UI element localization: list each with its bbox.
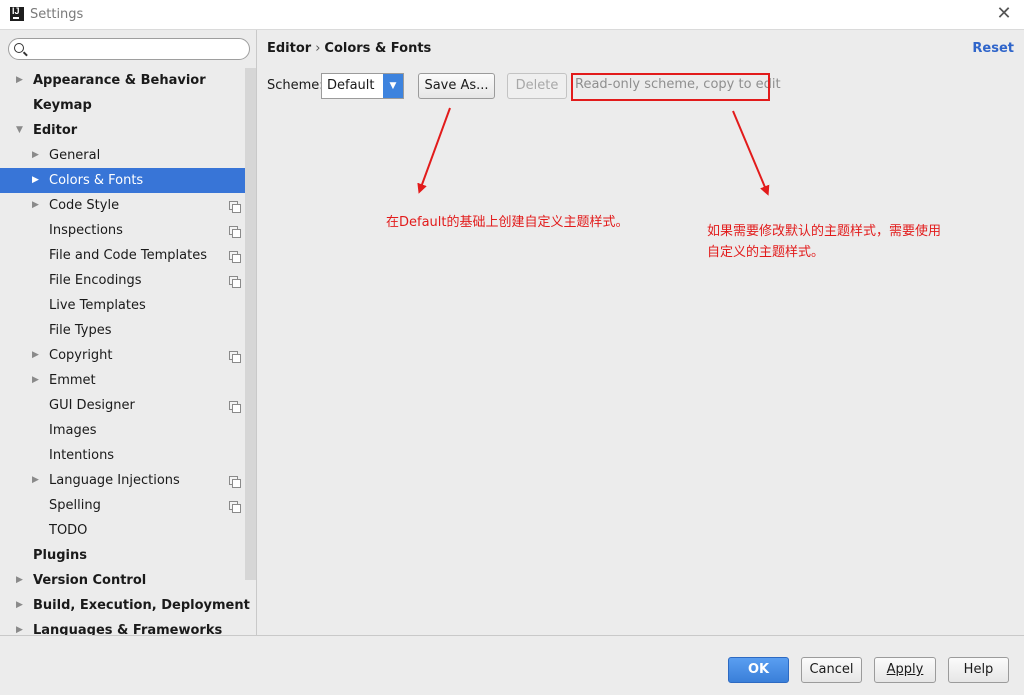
delete-button[interactable]: Delete [507,73,567,99]
apply-button[interactable]: Apply [874,657,936,683]
sidebar-item-images[interactable]: Images [0,418,245,443]
annotation-right-note-line2: 自定义的主题样式。 [707,245,825,260]
expand-right-icon[interactable]: ▶ [16,593,26,618]
project-scope-icon [229,501,241,513]
sidebar-item-intentions[interactable]: Intentions [0,443,245,468]
save-as-button[interactable]: Save As... [418,73,495,99]
sidebar-item-file-types[interactable]: File Types [0,318,245,343]
sidebar-item-label: Copyright [49,348,113,363]
sidebar-item-label: Plugins [33,548,87,563]
window-title: Settings [30,7,84,22]
sidebar-item-colors-fonts[interactable]: ▶ Colors & Fonts [0,168,245,193]
annotation-highlight-box [571,73,770,101]
title-bar: IJ Settings ✕ [0,0,1024,30]
sidebar-item-label: Live Templates [49,298,146,313]
expand-right-icon[interactable]: ▶ [32,468,42,493]
sidebar-item-version-control[interactable]: ▶ Version Control [0,568,245,593]
expand-right-icon[interactable]: ▶ [32,168,42,193]
project-scope-icon [229,276,241,288]
expand-right-icon[interactable]: ▶ [16,568,26,593]
annotation-right-note: 如果需要修改默认的主题样式，需要使用 自定义的主题样式。 [707,221,941,263]
sidebar-item-label: Appearance & Behavior [33,73,206,88]
close-icon[interactable]: ✕ [994,4,1014,24]
sidebar-item-label: Build, Execution, Deployment [33,598,250,613]
settings-tree: ▶ Appearance & Behavior Keymap ▼ Editor ▶ Gene… [0,68,250,635]
expand-right-icon[interactable]: ▶ [32,343,42,368]
project-scope-icon [229,351,241,363]
settings-sidebar: ▶ Appearance & Behavior Keymap ▼ Editor ▶ Gene… [0,30,257,635]
annotation-left-note: 在Default的基础上创建自定义主题样式。 [386,215,629,230]
sidebar-item-file-encodings[interactable]: File Encodings [0,268,245,293]
intellij-app-icon: IJ [10,6,24,21]
sidebar-item-label: File and Code Templates [49,248,207,263]
sidebar-item-label: TODO [49,523,88,538]
sidebar-item-label: Colors & Fonts [49,173,144,188]
sidebar-item-label: General [49,148,101,163]
breadcrumb-parent: Editor [267,41,312,56]
sidebar-item-keymap[interactable]: Keymap [0,93,245,118]
sidebar-item-label: Language Injections [49,473,180,488]
sidebar-item-build-execution-deployment[interactable]: ▶ Build, Execution, Deployment [0,593,250,618]
scheme-dropdown[interactable]: Default ▼ [321,73,404,99]
sidebar-item-label: Code Style [49,198,120,213]
sidebar-item-label: Spelling [49,498,101,513]
chevron-down-icon: ▼ [383,74,403,98]
expand-right-icon[interactable]: ▶ [32,193,42,218]
search-field[interactable] [8,38,250,60]
main-panel: Editor › Colors & Fonts Reset Scheme: Defa… [258,30,1024,635]
sidebar-item-languages-frameworks[interactable]: ▶ Languages & Frameworks [0,618,245,635]
sidebar-item-file-and-code-templates[interactable]: File and Code Templates [0,243,245,268]
sidebar-scrollbar[interactable] [245,68,256,580]
dialog-footer: OK Cancel Apply Help [0,635,1024,695]
scheme-selected-value: Default [327,78,375,93]
sidebar-item-label: Inspections [49,223,123,238]
expand-down-icon[interactable]: ▼ [16,118,26,143]
sidebar-item-label: Images [49,423,97,438]
sidebar-item-label: GUI Designer [49,398,135,413]
sidebar-item-label: Keymap [33,98,92,113]
sidebar-item-copyright[interactable]: ▶ Copyright [0,343,245,368]
project-scope-icon [229,476,241,488]
sidebar-item-inspections[interactable]: Inspections [0,218,245,243]
sidebar-item-live-templates[interactable]: Live Templates [0,293,245,318]
sidebar-item-label: Intentions [49,448,115,463]
sidebar-item-label: File Types [49,323,112,338]
expand-right-icon[interactable]: ▶ [16,68,26,93]
cancel-button[interactable]: Cancel [801,657,862,683]
sidebar-item-language-injections[interactable]: ▶ Language Injections [0,468,245,493]
project-scope-icon [229,201,241,213]
expand-right-icon[interactable]: ▶ [32,368,42,393]
expand-right-icon[interactable]: ▶ [32,143,42,168]
apply-button-label: Apply [886,662,924,677]
sidebar-item-label: File Encodings [49,273,142,288]
search-input[interactable] [29,40,244,58]
help-button[interactable]: Help [948,657,1009,683]
sidebar-item-appearance-behavior[interactable]: ▶ Appearance & Behavior [0,68,245,93]
sidebar-item-emmet[interactable]: ▶ Emmet [0,368,245,393]
breadcrumb: Editor › Colors & Fonts [267,41,431,56]
sidebar-item-label: Editor [33,123,78,138]
sidebar-item-gui-designer[interactable]: GUI Designer [0,393,245,418]
project-scope-icon [229,226,241,238]
reset-link[interactable]: Reset [972,41,1014,56]
project-scope-icon [229,251,241,263]
project-scope-icon [229,401,241,413]
sidebar-item-code-style[interactable]: ▶ Code Style [0,193,245,218]
sidebar-item-label: Languages & Frameworks [33,623,223,635]
sidebar-item-todo[interactable]: TODO [0,518,245,543]
scheme-label: Scheme: [267,78,324,93]
sidebar-item-spelling[interactable]: Spelling [0,493,245,518]
sidebar-item-label: Version Control [33,573,147,588]
search-icon [14,43,24,53]
sidebar-item-plugins[interactable]: Plugins [0,543,245,568]
breadcrumb-current: Colors & Fonts [324,41,432,56]
sidebar-item-editor[interactable]: ▼ Editor [0,118,245,143]
expand-right-icon[interactable]: ▶ [16,618,26,635]
ok-button[interactable]: OK [728,657,789,683]
breadcrumb-separator: › [315,41,321,56]
annotation-right-note-line1: 如果需要修改默认的主题样式，需要使用 [707,224,942,239]
sidebar-item-label: Emmet [49,373,96,388]
sidebar-item-general[interactable]: ▶ General [0,143,245,168]
